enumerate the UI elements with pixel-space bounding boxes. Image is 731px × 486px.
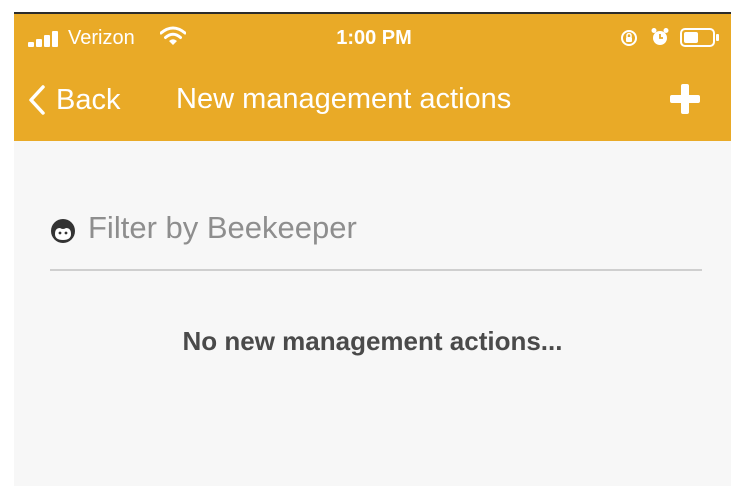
beekeeper-filter-input[interactable]: Filter by Beekeeper <box>50 207 702 271</box>
page-title: New management actions <box>176 83 512 115</box>
chevron-left-icon <box>29 85 45 115</box>
status-time: 1:00 PM <box>336 27 412 49</box>
carrier-name: Verizon <box>68 27 135 49</box>
rotation-lock-icon <box>621 30 637 46</box>
back-button-label: Back <box>56 84 121 116</box>
app-header: Verizon 1:00 PM Back New management acti… <box>14 14 731 141</box>
status-bar: Verizon 1:00 PM <box>14 14 731 60</box>
back-button[interactable]: Back <box>28 78 120 122</box>
beekeeper-face-icon <box>51 219 75 243</box>
battery-icon <box>680 28 719 47</box>
main-content: Filter by Beekeeper No new management ac… <box>14 141 731 486</box>
wifi-icon <box>160 26 186 45</box>
plus-icon[interactable] <box>666 80 704 118</box>
signal-icon <box>28 31 58 47</box>
empty-state-message: No new management actions... <box>182 326 563 356</box>
app-screen: Verizon 1:00 PM Back New management acti… <box>0 0 731 486</box>
filter-placeholder: Filter by Beekeeper <box>88 210 357 245</box>
navigation-bar: Back New management actions <box>14 70 731 130</box>
alarm-icon <box>651 28 669 45</box>
